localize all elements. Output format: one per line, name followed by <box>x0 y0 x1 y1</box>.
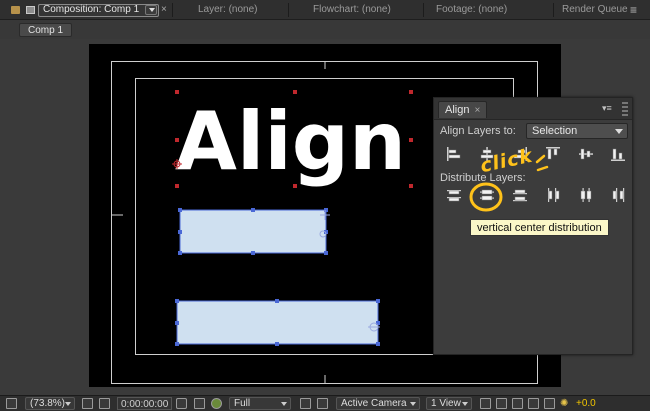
comp-navigator-tab[interactable]: Comp 1 <box>19 23 73 37</box>
align-layers-to-label: Align Layers to: <box>440 125 516 137</box>
tab-divider <box>553 3 554 17</box>
color-channels-icon[interactable] <box>211 398 222 409</box>
tab-composition[interactable]: Composition: Comp 1 <box>43 0 139 20</box>
tab-render-queue[interactable]: Render Queue <box>562 0 628 20</box>
lock-icon[interactable] <box>11 6 20 14</box>
resolution-value: Full <box>234 398 251 409</box>
show-snapshot-icon[interactable] <box>194 398 205 409</box>
shape-layer-2 <box>177 301 378 344</box>
tab-divider <box>423 3 424 17</box>
camera-snapshot-icon[interactable] <box>176 398 187 409</box>
region-of-interest-icon[interactable] <box>300 398 311 409</box>
distribute-horizontal-center-icon[interactable] <box>578 187 594 203</box>
fast-previews-icon[interactable] <box>496 398 507 409</box>
highlight-ring <box>469 182 503 212</box>
distribute-right-icon[interactable] <box>610 187 626 203</box>
composition-icon <box>26 6 35 14</box>
tab-footage[interactable]: Footage: (none) <box>436 0 507 20</box>
align-left-icon[interactable] <box>446 146 462 162</box>
camera-value: Active Camera <box>341 398 407 409</box>
toggle-pixel-aspect-icon[interactable] <box>480 398 491 409</box>
viewer-footer-bar: (73.8%) 0:00:00:00 Full Active Camera 1 … <box>0 395 650 411</box>
chevron-down-icon <box>615 129 623 134</box>
panel-grip-icon[interactable] <box>622 102 628 116</box>
align-panel-title: Align <box>445 104 470 116</box>
close-icon[interactable]: × <box>161 0 167 20</box>
align-bottom-icon[interactable] <box>610 146 626 162</box>
composition-dropdown-icon[interactable] <box>145 5 157 15</box>
tooltip: vertical center distribution <box>470 219 609 236</box>
flowchart-icon[interactable] <box>528 398 539 409</box>
reset-exposure-icon[interactable] <box>544 398 555 409</box>
tab-divider <box>288 3 289 17</box>
zoom-select[interactable]: (73.8%) <box>25 397 75 410</box>
comp-navigator-bar <box>0 20 650 39</box>
align-panel-header: Align × ▾≡ <box>434 98 632 120</box>
shape-layer-1 <box>180 210 326 253</box>
preview-toggle-icon[interactable] <box>6 398 17 409</box>
view-layout-value: 1 View <box>431 398 461 409</box>
panel-menu-icon[interactable]: ▾≡ <box>602 103 616 114</box>
click-burst-icon <box>535 154 549 172</box>
mask-visibility-icon[interactable] <box>99 398 110 409</box>
tab-flowchart[interactable]: Flowchart: (none) <box>313 0 391 20</box>
transparency-grid-icon[interactable] <box>317 398 328 409</box>
panel-menu-icon[interactable]: ≡ <box>630 0 637 20</box>
timeline-icon[interactable] <box>512 398 523 409</box>
tab-divider <box>172 3 173 17</box>
close-icon[interactable]: × <box>474 105 480 116</box>
align-text-layer: Align <box>175 95 406 188</box>
timecode-field[interactable]: 0:00:00:00 <box>117 397 173 410</box>
grid-icon[interactable] <box>82 398 93 409</box>
camera-select[interactable]: Active Camera <box>336 397 420 410</box>
resolution-select[interactable]: Full <box>229 397 291 410</box>
view-layout-select[interactable]: 1 View <box>426 397 472 410</box>
exposure-value[interactable]: +0.0 <box>576 397 596 410</box>
align-panel-tab[interactable]: Align × <box>438 101 488 118</box>
distribute-top-icon[interactable] <box>446 187 462 203</box>
align-to-select[interactable]: Selection <box>526 123 628 139</box>
exposure-icon[interactable]: ✺ <box>560 397 568 410</box>
zoom-value: (73.8%) <box>30 398 66 409</box>
align-vertical-center-icon[interactable] <box>578 146 594 162</box>
tab-layer[interactable]: Layer: (none) <box>198 0 257 20</box>
align-to-value: Selection <box>532 125 578 137</box>
panel-tab-bar: Composition: Comp 1 × Layer: (none) Flow… <box>0 0 650 20</box>
